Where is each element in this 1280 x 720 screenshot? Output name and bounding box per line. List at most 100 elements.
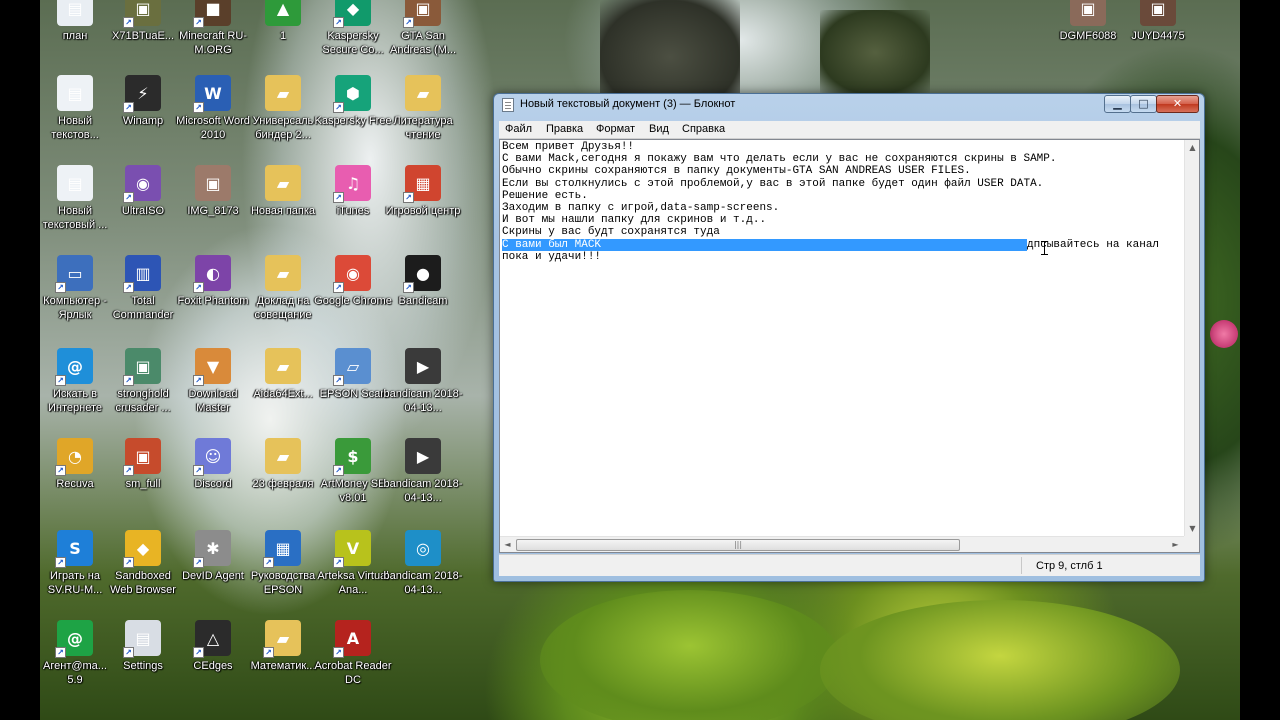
desktop-icon[interactable]: V ↗ Arteksa Virtual Ana...	[313, 530, 393, 597]
desktop-icon[interactable]: ▱ ↗ EPSON Scan	[313, 348, 393, 401]
wallpaper-moss	[540, 590, 840, 720]
desktop-icon[interactable]: ▣ DGMF6088	[1048, 0, 1128, 43]
desktop-icon[interactable]: ▰ Универсаль биндер 2...	[243, 75, 323, 142]
horizontal-scroll-thumb[interactable]: |||	[516, 539, 960, 551]
shortcut-arrow-icon: ↗	[193, 282, 204, 293]
text-selection: С вами был MACK	[502, 238, 1027, 251]
desktop-icon[interactable]: ▥ ↗ Total Commander	[103, 255, 183, 322]
menu-help[interactable]: Справка	[682, 123, 725, 135]
window-titlebar[interactable]: Новый текстовый документ (3) — Блокнот ▁…	[494, 94, 1204, 116]
desktop-icon[interactable]: ▤ ↗ Settings	[103, 620, 183, 673]
horizontal-scrollbar[interactable]: ◄ ||| ►	[500, 536, 1184, 552]
menu-edit[interactable]: Правка	[546, 123, 583, 135]
desktop-icon[interactable]: ▣ ↗ stronghold crusader ...	[103, 348, 183, 415]
notepad-window[interactable]: Новый текстовый документ (3) — Блокнот ▁…	[493, 93, 1205, 582]
desktop-icon-label: X71BTuaE...	[112, 30, 174, 42]
app-icon: ◎	[405, 530, 441, 566]
desktop-icon-label: Settings	[123, 660, 163, 672]
close-button[interactable]: ✕	[1156, 95, 1199, 113]
desktop-icon[interactable]: ▣ IMG_8173	[173, 165, 253, 218]
desktop-icon-label: UltraISO	[121, 205, 165, 217]
desktop-icon[interactable]: ⬢ ↗ Kaspersky Free	[313, 75, 393, 128]
shortcut-arrow-icon: ↗	[333, 192, 344, 203]
desktop-icon[interactable]: ◐ ↗ Foxit Phantom	[173, 255, 253, 308]
shortcut-arrow-icon: ↗	[333, 647, 344, 658]
scroll-up-icon[interactable]: ▲	[1185, 140, 1199, 155]
selected-text-line: С вами был MACK дпсывайтесь на канал	[502, 238, 1182, 251]
desktop-icon[interactable]: $ ↗ ArtMoney SE v8.01	[313, 438, 393, 505]
app-icon: ▰	[265, 165, 301, 201]
scroll-left-icon[interactable]: ◄	[500, 537, 515, 552]
desktop-icon[interactable]: ■ ↗ Minecraft RU-M.ORG	[173, 0, 253, 57]
desktop-icon[interactable]: ▣ JUYD4475	[1118, 0, 1198, 43]
text-cursor-icon	[1041, 241, 1048, 255]
desktop-icon[interactable]: ☺ ↗ Discord	[173, 438, 253, 491]
desktop-icon[interactable]: ✱ ↗ DevID Agent	[173, 530, 253, 583]
menu-view[interactable]: Вид	[649, 123, 669, 135]
desktop-icon[interactable]: ▣ ↗ sm_full	[103, 438, 183, 491]
desktop-icon[interactable]: ◎ bandicam 2018-04-13...	[383, 530, 463, 597]
shortcut-arrow-icon: ↗	[263, 647, 274, 658]
desktop-icon[interactable]: ▰ 23 февраля	[243, 438, 323, 491]
app-icon: ◆ ↗	[333, 0, 371, 28]
letterbox-right	[1240, 0, 1280, 720]
text-line: пока и удачи!!!	[502, 250, 602, 263]
text-editor[interactable]: Всем привет Друзья!! С вами Mack,сегодня…	[499, 139, 1200, 553]
app-icon: ▭ ↗	[55, 255, 93, 293]
app-icon: ▶	[405, 348, 441, 384]
desktop-icon-label: Kaspersky Free	[314, 115, 392, 127]
desktop-icon[interactable]: ◆ ↗ Kaspersky Secure Co...	[313, 0, 393, 57]
desktop-icon[interactable]: ◉ ↗ Google Chrome	[313, 255, 393, 308]
app-icon: ▶	[405, 438, 441, 474]
app-icon: A ↗	[333, 620, 371, 658]
desktop-icon[interactable]: ▣ ↗ X71BTuaE...	[103, 0, 183, 43]
shortcut-arrow-icon: ↗	[55, 375, 66, 386]
app-icon: ◐ ↗	[193, 255, 231, 293]
scroll-down-icon[interactable]: ▼	[1185, 521, 1199, 536]
desktop-icon[interactable]: ▰ Новая папка	[243, 165, 323, 218]
desktop-icon[interactable]: ⚡ ↗ Winamp	[103, 75, 183, 128]
menu-format[interactable]: Формат	[596, 123, 635, 135]
desktop-icon[interactable]: ▰ Литература чтение	[383, 75, 463, 142]
desktop-icon[interactable]: ▲ 1	[243, 0, 323, 43]
desktop-icon[interactable]: ▼ ↗ Download Master	[173, 348, 253, 415]
desktop-icon[interactable]: A ↗ Acrobat Reader DC	[313, 620, 393, 687]
desktop-icon[interactable]: △ ↗ CEdges	[173, 620, 253, 673]
desktop-icon[interactable]: ▶ bandicam 2018-04-13...	[383, 438, 463, 505]
desktop-icon[interactable]: ▣ ↗ GTA San Andreas (M...	[383, 0, 463, 57]
desktop-icon[interactable]: ◆ ↗ Sandboxed Web Browser	[103, 530, 183, 597]
desktop-icon-label: Total Commander	[112, 295, 174, 321]
status-divider	[1021, 557, 1022, 574]
desktop-icon[interactable]: ▦ ↗ Игровой центр	[383, 165, 463, 218]
vertical-scrollbar[interactable]: ▲ ▼	[1184, 140, 1199, 536]
shortcut-arrow-icon: ↗	[55, 465, 66, 476]
desktop-icon[interactable]: ◉ ↗ UltraISO	[103, 165, 183, 218]
app-icon: @ ↗	[55, 348, 93, 386]
scroll-right-icon[interactable]: ►	[1168, 537, 1183, 552]
desktop-icon-label: Microsoft Word 2010	[176, 115, 250, 141]
desktop-icon-label: Литература чтение	[393, 115, 453, 141]
app-icon: ⚡ ↗	[123, 75, 161, 113]
desktop-icon[interactable]: W ↗ Microsoft Word 2010	[173, 75, 253, 142]
desktop-icon[interactable]: ▰ Aida64Ext...	[243, 348, 323, 401]
desktop-icon[interactable]: ▰ ↗ Математик...	[243, 620, 323, 673]
minimize-button[interactable]: ▁	[1104, 95, 1131, 113]
menu-file[interactable]: Файл	[505, 123, 532, 135]
desktop-icon-label: bandicam 2018-04-13...	[383, 388, 463, 414]
app-icon: $ ↗	[333, 438, 371, 476]
text-content[interactable]: Всем привет Друзья!! С вами Mack,сегодня…	[502, 141, 1182, 536]
text-line: Если вы столкнулись с этой проблемой,у в…	[502, 177, 1044, 190]
desktop-icon[interactable]: ▶ bandicam 2018-04-13...	[383, 348, 463, 415]
desktop-icon[interactable]: ▰ Доклад на совещание	[243, 255, 323, 322]
shortcut-arrow-icon: ↗	[55, 557, 66, 568]
resize-grip[interactable]	[1184, 536, 1199, 552]
menu-bar: Файл Правка Формат Вид Справка	[499, 121, 1200, 139]
desktop-icon-label: JUYD4475	[1131, 30, 1185, 42]
maximize-button[interactable]: □	[1130, 95, 1157, 113]
desktop-icon[interactable]: ● ↗ Bandicam	[383, 255, 463, 308]
desktop-icon[interactable]: ▦ ↗ Руководства EPSON	[243, 530, 323, 597]
desktop-icon-label: Sandboxed Web Browser	[110, 570, 176, 596]
desktop-icon[interactable]: ♫ ↗ iTunes	[313, 165, 393, 218]
app-icon: ⬢ ↗	[333, 75, 371, 113]
shortcut-arrow-icon: ↗	[333, 17, 344, 28]
